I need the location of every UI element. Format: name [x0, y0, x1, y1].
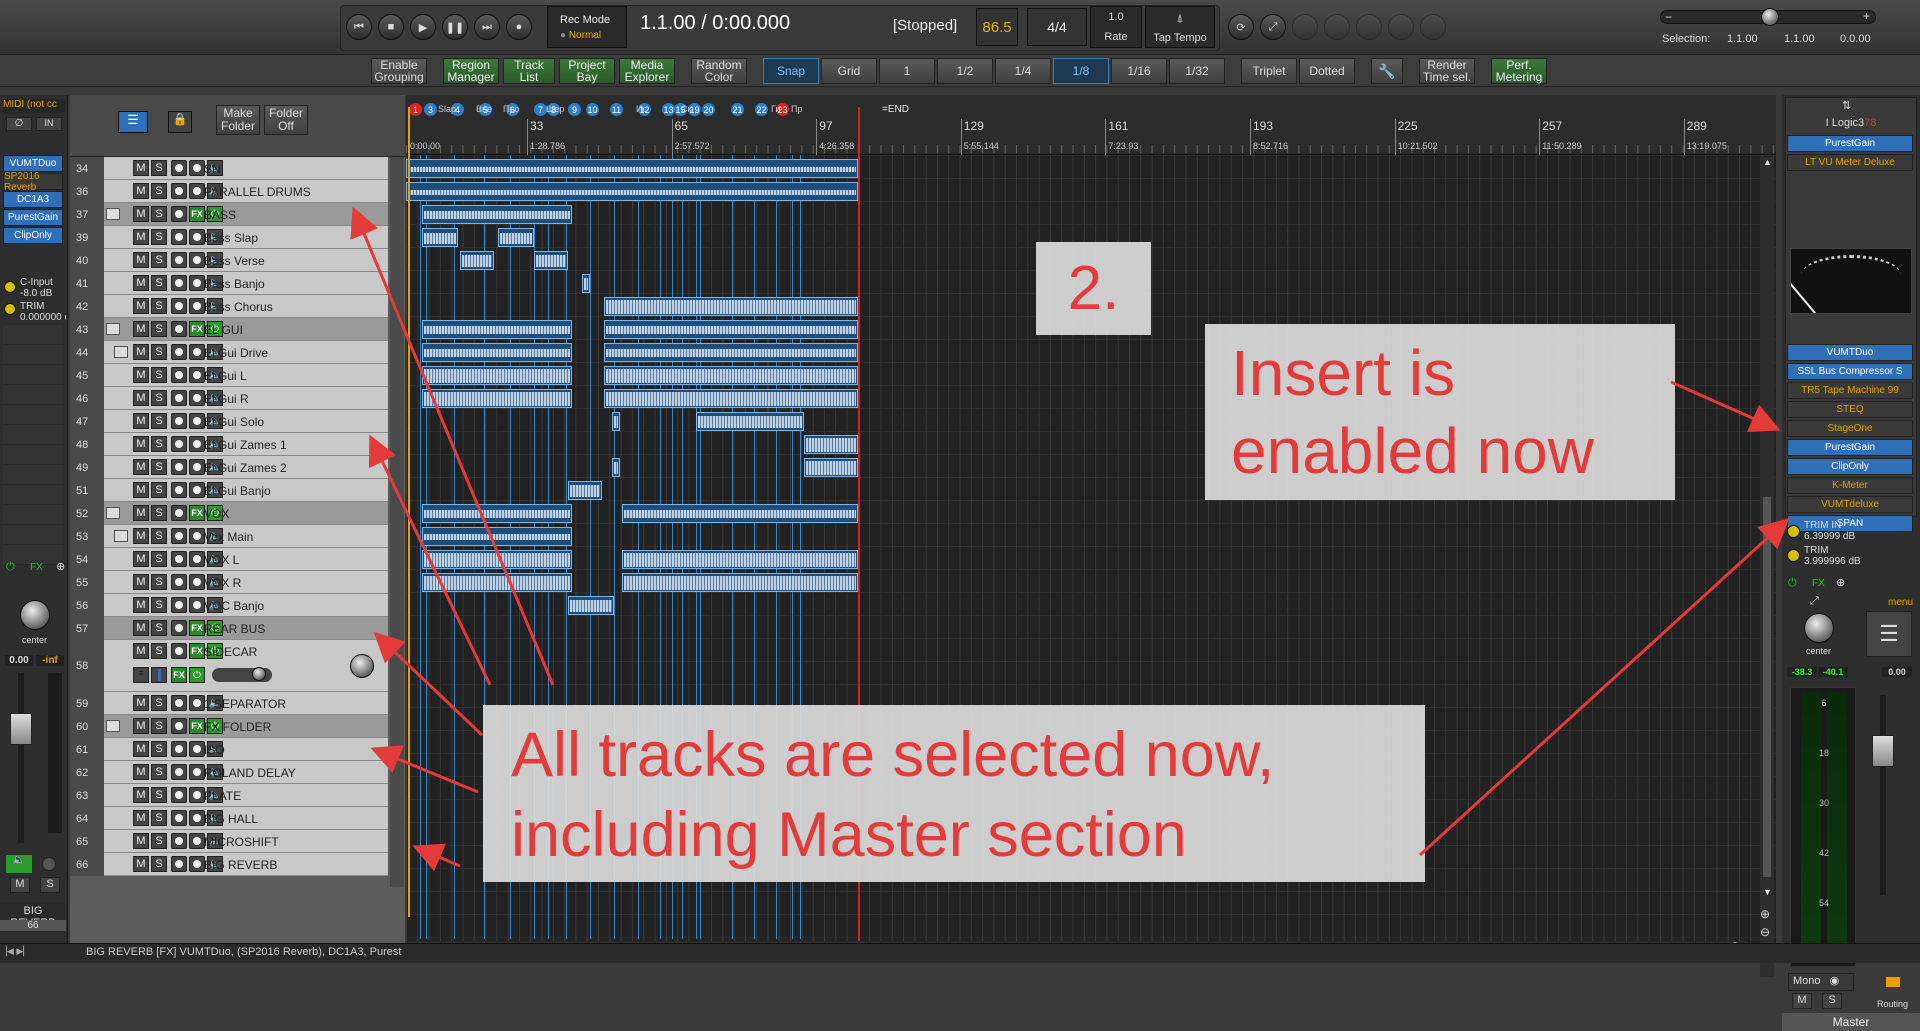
arrow-to-bass — [350, 206, 555, 686]
arrow-to-span — [1670, 380, 1781, 433]
arrow-to-rear-bus — [373, 631, 484, 737]
arrow-to-iso — [370, 745, 479, 794]
arrow-to-master-trim — [1418, 517, 1790, 857]
annotation-arrows — [350, 206, 1790, 872]
stereo-icon: ◉ — [1829, 975, 1840, 987]
routing-button[interactable]: Routing — [1877, 999, 1908, 1009]
master-mute-button[interactable]: M — [1792, 993, 1812, 1009]
master-solo-button[interactable]: S — [1822, 993, 1842, 1009]
master-name: Master — [1782, 1013, 1920, 1031]
routing-icon[interactable] — [1886, 977, 1900, 987]
mono-label: Mono — [1793, 975, 1821, 987]
master-mono-button[interactable]: Mono ◉ — [1788, 973, 1854, 991]
arrow-to-big-reverb — [412, 843, 461, 872]
